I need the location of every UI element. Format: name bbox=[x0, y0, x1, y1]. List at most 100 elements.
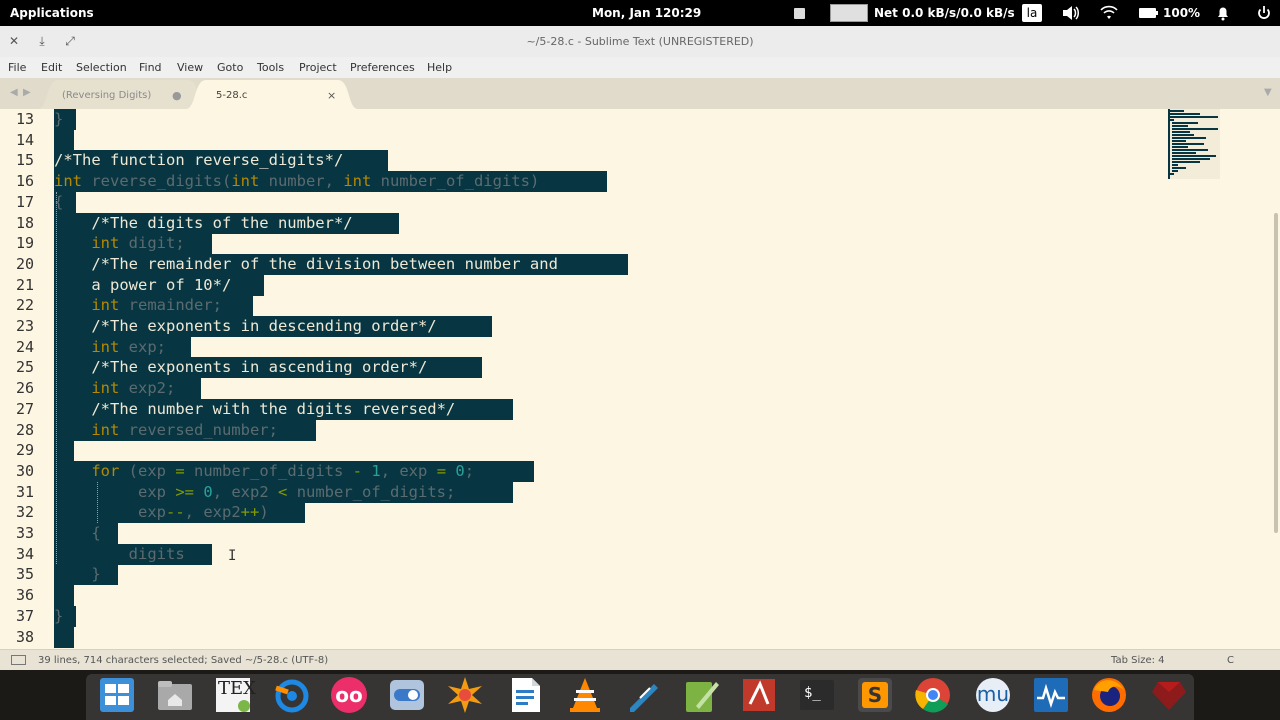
musescore-label: mu bbox=[976, 682, 1010, 706]
code-line[interactable]: /*The digits of the number*/ bbox=[54, 213, 353, 233]
code-line[interactable]: /*The exponents in descending order*/ bbox=[54, 316, 436, 336]
inkscape-icon[interactable] bbox=[446, 676, 484, 714]
code-line[interactable]: int digit; bbox=[54, 233, 184, 253]
clock-label[interactable]: 20:29 bbox=[663, 0, 701, 26]
menu-project[interactable]: Project bbox=[299, 57, 337, 78]
blender-icon[interactable] bbox=[272, 676, 310, 714]
text-cursor-icon: I bbox=[228, 548, 237, 564]
tab-list-dropdown-icon[interactable]: ▼ bbox=[1264, 78, 1272, 107]
code-line[interactable]: digits bbox=[54, 544, 185, 564]
menu-find[interactable]: Find bbox=[139, 57, 162, 78]
code-line[interactable]: } bbox=[54, 109, 63, 129]
notepad-icon[interactable] bbox=[682, 676, 720, 714]
line-number: 13 bbox=[15, 110, 34, 128]
pen-icon[interactable] bbox=[624, 676, 662, 714]
battery-percent[interactable]: 100% bbox=[1163, 0, 1200, 26]
menu-selection[interactable]: Selection bbox=[76, 57, 127, 78]
tab-size-indicator[interactable]: Tab Size: 4 bbox=[1111, 650, 1165, 671]
terminal-icon[interactable]: $_ bbox=[798, 676, 836, 714]
firefox-icon[interactable] bbox=[1090, 676, 1128, 714]
flickr-label: oo bbox=[335, 683, 363, 707]
net-speed-label[interactable]: Net 0.0 kB/s/0.0 kB/s bbox=[874, 0, 1015, 26]
system-monitor-icon[interactable] bbox=[1032, 676, 1070, 714]
tab-5-28-c[interactable]: 5-28.c × bbox=[186, 80, 358, 109]
code-line[interactable]: int exp2; bbox=[54, 378, 175, 398]
syntax-indicator[interactable]: C bbox=[1227, 650, 1234, 671]
line-number: 14 bbox=[15, 130, 34, 149]
power-icon[interactable] bbox=[1256, 0, 1272, 26]
stop-icon[interactable] bbox=[794, 0, 805, 26]
texmaker-label: TEX bbox=[218, 678, 256, 699]
chrome-icon[interactable] bbox=[914, 676, 952, 714]
graph-icon[interactable] bbox=[830, 4, 868, 22]
menu-help[interactable]: Help bbox=[427, 57, 452, 78]
menu-view[interactable]: View bbox=[177, 57, 203, 78]
menu-tools[interactable]: Tools bbox=[257, 57, 284, 78]
tab-nav-left-icon[interactable]: ◀ bbox=[10, 78, 18, 107]
code-line[interactable]: { bbox=[54, 192, 63, 212]
line-number: 37 bbox=[15, 606, 34, 625]
code-token: exp bbox=[54, 503, 166, 522]
vlc-icon[interactable] bbox=[566, 676, 604, 714]
selection-span bbox=[54, 626, 74, 648]
wifi-icon[interactable] bbox=[1100, 0, 1118, 26]
code-line[interactable]: /*The function reverse_digits*/ bbox=[54, 150, 343, 170]
texmaker-icon[interactable]: TEX bbox=[214, 676, 256, 714]
code-token: int bbox=[343, 172, 372, 191]
musescore-icon[interactable]: mu bbox=[974, 676, 1012, 714]
applications-menu[interactable]: Applications bbox=[10, 0, 94, 26]
line-number: 26 bbox=[15, 379, 34, 398]
menu-preferences[interactable]: Preferences bbox=[350, 57, 415, 78]
settings-toggle-icon[interactable] bbox=[388, 676, 426, 714]
code-line[interactable]: int reverse_digits(int number, int numbe… bbox=[54, 171, 539, 191]
volume-icon[interactable] bbox=[1061, 0, 1079, 26]
vertical-scrollbar[interactable] bbox=[1274, 213, 1278, 533]
code-line[interactable]: { bbox=[54, 523, 100, 543]
minimap[interactable] bbox=[1168, 109, 1228, 181]
code-token: reverse_digits( bbox=[82, 172, 232, 191]
code-line[interactable]: /*The number with the digits reversed*/ bbox=[54, 399, 455, 419]
window-titlebar[interactable]: ✕ ⤓ ⤢ ~/5-28.c - Sublime Text (UNREGISTE… bbox=[0, 26, 1280, 58]
tab-modified-dot-icon[interactable]: ● bbox=[172, 80, 182, 111]
code-token: a power of 10*/ bbox=[91, 275, 232, 294]
code-token: /*The number with the digits reversed*/ bbox=[91, 399, 456, 418]
line-number: 34 bbox=[15, 544, 34, 563]
date-label[interactable]: Mon, Jan 1 bbox=[592, 0, 663, 26]
window-switcher-icon[interactable] bbox=[98, 676, 136, 714]
keyboard-layout-indicator[interactable]: la bbox=[1022, 4, 1042, 22]
code-line[interactable]: exp--, exp2++) bbox=[54, 502, 269, 522]
writer-icon[interactable] bbox=[506, 676, 544, 714]
code-token: - bbox=[352, 461, 362, 480]
bell-icon[interactable] bbox=[1215, 0, 1231, 26]
code-editor[interactable]: 13 14 15 16 17 18 19 20 21 22 23 24 25 26 27 28 29 30 31 32… bbox=[0, 109, 1280, 649]
ruby-icon[interactable] bbox=[1150, 676, 1188, 714]
pdf-reader-icon[interactable] bbox=[740, 676, 778, 714]
code-line[interactable]: for (exp = number_of_digits - 1, exp = 0… bbox=[54, 461, 474, 481]
code-line[interactable]: } bbox=[54, 564, 100, 584]
code-token: /*The digits of the number*/ bbox=[91, 213, 353, 232]
code-line[interactable]: /*The remainder of the division between … bbox=[54, 254, 558, 274]
code-line[interactable]: int reversed_number; bbox=[54, 420, 278, 440]
menu-goto[interactable]: Goto bbox=[217, 57, 243, 78]
tab-nav-right-icon[interactable]: ▶ bbox=[23, 78, 31, 107]
home-folder-icon[interactable] bbox=[156, 676, 194, 714]
code-line[interactable]: /*The exponents in ascending order*/ bbox=[54, 357, 427, 377]
close-tab-icon[interactable]: × bbox=[327, 80, 336, 111]
code-line[interactable]: a power of 10*/ bbox=[54, 275, 231, 295]
code-token: int bbox=[54, 172, 82, 191]
sublime-text-icon[interactable]: S bbox=[856, 676, 894, 714]
code-token: , exp2 bbox=[184, 503, 241, 522]
battery-icon[interactable] bbox=[1138, 0, 1160, 26]
panel-toggle-icon[interactable] bbox=[11, 655, 26, 665]
tab-reversing-digits[interactable]: (Reversing Digits) ● bbox=[38, 80, 208, 109]
code-line[interactable]: int remainder; bbox=[54, 295, 222, 315]
code-token: (exp bbox=[119, 461, 176, 480]
flickr-icon[interactable]: oo bbox=[330, 676, 368, 714]
code-line[interactable]: } bbox=[54, 606, 63, 626]
code-line[interactable]: int exp; bbox=[54, 337, 166, 357]
menu-edit[interactable]: Edit bbox=[41, 57, 62, 78]
code-line[interactable]: exp >= 0, exp2 < number_of_digits; bbox=[54, 482, 455, 502]
menu-file[interactable]: File bbox=[8, 57, 26, 78]
